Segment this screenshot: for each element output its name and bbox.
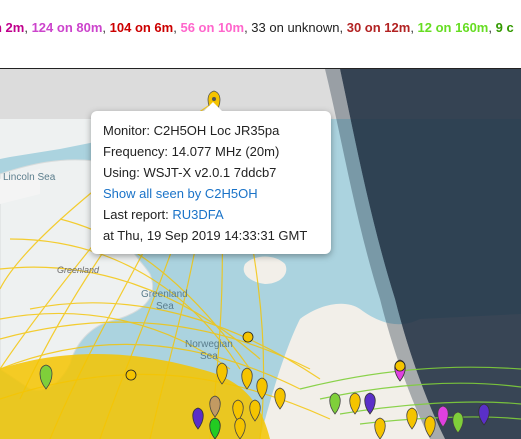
band-count-12m: 30 on 12m	[346, 20, 411, 35]
popup-monitor: Monitor: C2H5OH Loc JR35pa	[103, 123, 280, 138]
label-greenland-sea-1: Greenland	[141, 289, 188, 300]
band-summary-line: n 2m, 124 on 80m, 104 on 6m, 56 on 10m, …	[0, 19, 514, 37]
label-norwegian-sea-1: Norwegian	[185, 339, 233, 350]
band-count-80m: 124 on 80m	[31, 20, 103, 35]
label-greenland-land: Greenland	[57, 265, 100, 275]
popup-last-report-row: Last report: RU3DFA	[103, 207, 224, 223]
band-count-6m: 104 on 6m	[109, 20, 174, 35]
beacon-norwegian-sea	[242, 331, 254, 343]
label-norwegian-sea-2: Sea	[200, 351, 218, 362]
label-greenland-sea-2: Sea	[156, 301, 174, 312]
band-count-10m: 56 on 10m	[180, 20, 245, 35]
band-summary-bar: n 2m, 124 on 80m, 104 on 6m, 56 on 10m, …	[0, 0, 521, 68]
popup-frequency: Frequency: 14.077 MHz (20m)	[103, 144, 280, 159]
popup-show-all-row: Show all seen by C2H5OH	[103, 186, 258, 202]
band-count-2m: n 2m	[0, 20, 25, 35]
show-all-seen-link[interactable]: Show all seen by C2H5OH	[103, 186, 258, 201]
popup-using: Using: WSJT-X v2.0.1 7ddcb7	[103, 165, 277, 180]
last-report-callsign-link[interactable]: RU3DFA	[172, 207, 223, 222]
beacon-greenland-south	[125, 369, 137, 381]
beacon-east	[394, 360, 406, 372]
popup-timestamp: at Thu, 19 Sep 2019 14:33:31 GMT	[103, 228, 308, 243]
popup-tip	[204, 102, 222, 111]
band-count-160m: 12 on 160m	[417, 20, 489, 35]
popup-last-report-label: Last report:	[103, 207, 173, 222]
label-lincoln-sea: Lincoln Sea	[3, 172, 56, 183]
band-count-15m: 9 c	[495, 20, 514, 35]
band-count-unknown: 33 on unknown	[251, 20, 340, 35]
monitor-info-popup: Monitor: C2H5OH Loc JR35pa Frequency: 14…	[91, 102, 331, 254]
